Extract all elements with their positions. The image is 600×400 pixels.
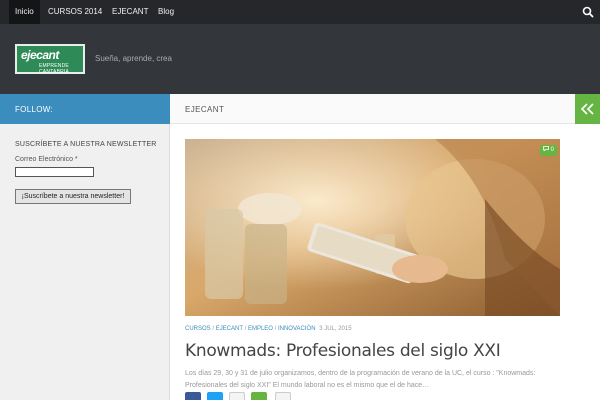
post-excerpt: Los días 29, 30 y 31 de julio organizamo…: [185, 370, 536, 389]
email-field[interactable]: [15, 167, 94, 177]
category-link-innovacion[interactable]: INNOVACIÓN: [278, 326, 316, 332]
main-content: EJECANT 0 CURSOS / EJECANT / EMPLEO / IN…: [170, 94, 600, 400]
site-header: ejecant EMPRENDE CANTABRIA Sueña, aprend…: [0, 24, 600, 94]
site-tagline: Sueña, aprende, crea: [95, 54, 172, 63]
logo-subtext: EMPRENDE CANTABRIA: [39, 63, 70, 75]
share-icon[interactable]: [251, 392, 267, 400]
post-meta: CURSOS / EJECANT / EMPLEO / INNOVACIÓN 3…: [185, 326, 352, 332]
collapse-sidebar-button[interactable]: [575, 94, 600, 124]
category-link-empleo[interactable]: EMPLEO: [248, 326, 273, 332]
comment-icon: [543, 146, 549, 152]
share-bar: [185, 392, 305, 400]
newsletter-title: SUSCRÍBETE A NUESTRA NEWSLETTER: [15, 141, 157, 148]
post-title[interactable]: Knowmads: Profesionales del siglo XXI: [185, 341, 501, 361]
comment-count-badge[interactable]: 0: [539, 145, 557, 156]
nav-item-blog[interactable]: Blog: [158, 0, 174, 24]
category-link-cursos[interactable]: CURSOS: [185, 326, 211, 332]
facebook-icon[interactable]: [185, 392, 201, 400]
email-icon[interactable]: [229, 392, 245, 400]
category-link-ejecant[interactable]: EJECANT: [216, 326, 243, 332]
nav-item-cursos-2014[interactable]: CURSOS 2014: [48, 0, 102, 24]
follow-label: FOLLOW:: [15, 105, 53, 114]
post-date: 3 JUL, 2015: [319, 326, 352, 332]
section-title: EJECANT: [185, 105, 225, 114]
nav-item-ejecant[interactable]: EJECANT: [112, 0, 148, 24]
search-icon[interactable]: [576, 0, 600, 24]
content-header: EJECANT: [170, 94, 600, 124]
comment-count: 0: [550, 147, 554, 153]
top-nav: Inicio CURSOS 2014 EJECANT Blog: [0, 0, 600, 24]
twitter-icon[interactable]: [207, 392, 223, 400]
double-chevron-left-icon: [580, 103, 594, 115]
site-logo[interactable]: ejecant EMPRENDE CANTABRIA: [15, 44, 85, 75]
email-label: Correo Electrónico *: [15, 156, 78, 163]
nav-item-inicio[interactable]: Inicio: [9, 0, 40, 24]
featured-image[interactable]: 0: [185, 139, 560, 316]
follow-bar: FOLLOW:: [0, 94, 170, 124]
subscribe-button[interactable]: ¡Suscríbete a nuestra newsletter!: [15, 189, 131, 204]
sidebar: FOLLOW: SUSCRÍBETE A NUESTRA NEWSLETTER …: [0, 94, 170, 400]
google-plus-icon[interactable]: [275, 392, 291, 400]
logo-text: ejecant: [21, 48, 59, 62]
